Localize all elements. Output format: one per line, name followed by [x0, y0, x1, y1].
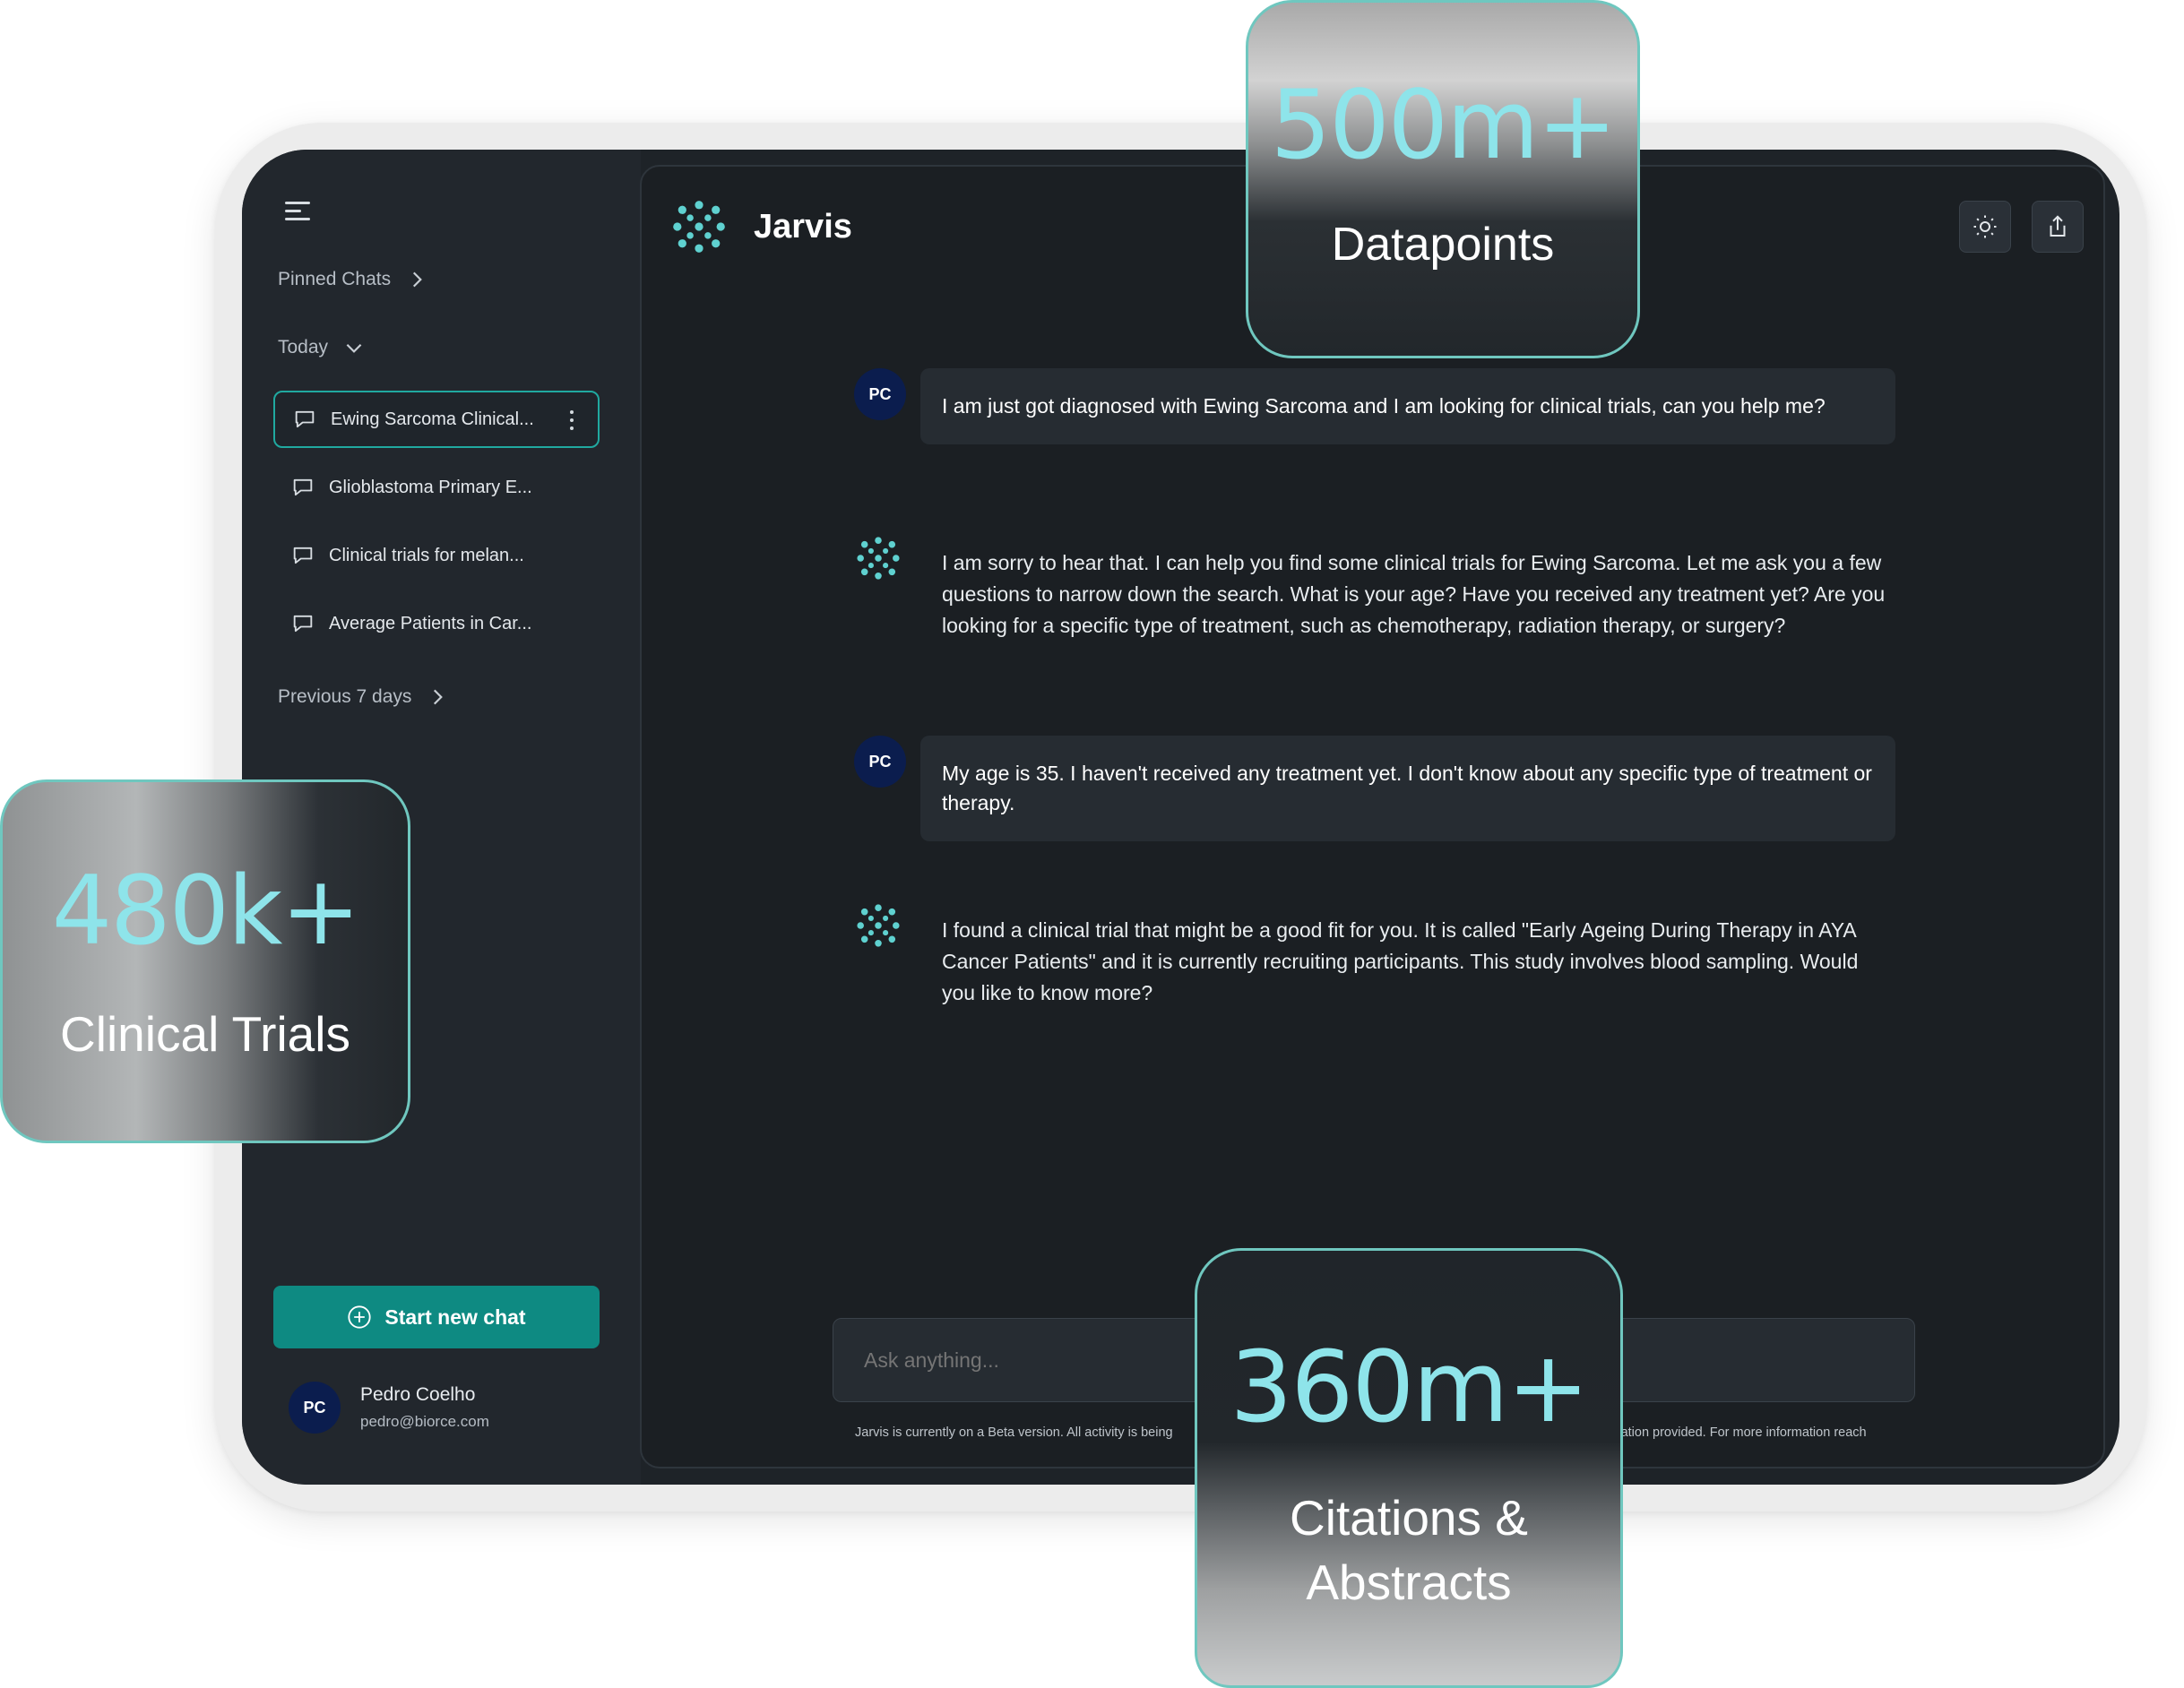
user-email: pedro@biorce.com — [360, 1413, 489, 1430]
chat-item-ewing-sarcoma[interactable]: Ewing Sarcoma Clinical... — [273, 391, 600, 448]
stat-label: Citations & Abstracts — [1290, 1489, 1528, 1610]
chat-title: Glioblastoma Primary E... — [329, 477, 532, 497]
chat-title: Clinical trials for melan... — [329, 545, 524, 565]
chat-bubble-icon — [293, 478, 313, 496]
chat-title: Average Patients in Car... — [329, 613, 532, 633]
chat-bubble-icon — [293, 615, 313, 633]
chat-bubble-icon — [293, 547, 313, 564]
chat-bubble-icon — [295, 410, 315, 428]
stat-card-clinical-trials: 480k+ Clinical Trials — [0, 779, 410, 1143]
assistant-message: I found a clinical trial that might be a… — [942, 918, 1859, 1004]
stat-card-citations: 360m+ Citations & Abstracts — [1195, 1248, 1623, 1688]
stat-value: 480k+ — [51, 855, 361, 966]
chevron-down-icon — [346, 343, 362, 353]
stat-value: 360m+ — [1230, 1329, 1589, 1444]
disclaimer-right: rmation provided. For more information r… — [1605, 1425, 1867, 1440]
brand: Jarvis — [669, 197, 852, 256]
user-profile[interactable]: PC Pedro Coelho pedro@biorce.com — [289, 1382, 489, 1434]
pinned-chats-toggle[interactable]: Pinned Chats — [278, 268, 428, 291]
share-icon — [2050, 215, 2066, 237]
user-message: I am just got diagnosed with Ewing Sarco… — [920, 368, 1895, 444]
chat-item-glioblastoma[interactable]: Glioblastoma Primary E... — [273, 459, 600, 516]
pinned-chats-label: Pinned Chats — [278, 269, 392, 289]
stat-label: Datapoints — [1331, 218, 1555, 271]
jarvis-logo-icon — [857, 904, 900, 947]
plus-circle-icon — [348, 1305, 371, 1329]
start-new-chat-button[interactable]: Start new chat — [273, 1286, 600, 1348]
jarvis-logo-icon — [857, 537, 900, 580]
stat-value: 500m+ — [1270, 69, 1617, 180]
theme-toggle-button[interactable] — [1959, 201, 2011, 253]
chat-item-average-patients[interactable]: Average Patients in Car... — [273, 595, 600, 652]
chat-item-melanoma[interactable]: Clinical trials for melan... — [273, 527, 600, 584]
previous-7-days-label: Previous 7 days — [278, 686, 412, 707]
share-button[interactable] — [2032, 201, 2084, 253]
stat-label: Clinical Trials — [60, 1005, 350, 1062]
sun-icon — [1973, 215, 1997, 238]
today-label: Today — [278, 337, 329, 357]
start-new-chat-label: Start new chat — [384, 1305, 526, 1329]
menu-icon[interactable] — [285, 196, 321, 228]
chat-title: Ewing Sarcoma Clinical... — [331, 409, 534, 429]
app-window: Pinned Chats Today Ewing Sarcoma Clinica… — [242, 150, 2119, 1485]
jarvis-logo-icon — [673, 201, 725, 253]
chevron-right-icon — [413, 271, 422, 288]
disclaimer-left: Jarvis is currently on a Beta version. A… — [855, 1425, 1173, 1440]
user-avatar: PC — [854, 368, 906, 420]
today-toggle[interactable]: Today — [278, 336, 366, 359]
assistant-message: I am sorry to hear that. I can help you … — [942, 551, 1886, 637]
user-message: My age is 35. I haven't received any tre… — [920, 736, 1895, 841]
avatar: PC — [289, 1382, 341, 1434]
stat-card-datapoints: 500m+ Datapoints — [1246, 0, 1640, 358]
chevron-right-icon — [434, 689, 444, 705]
user-name: Pedro Coelho — [360, 1384, 476, 1405]
more-options-icon[interactable] — [569, 410, 574, 432]
app-title: Jarvis — [754, 207, 852, 245]
user-avatar: PC — [854, 736, 906, 788]
previous-7-days-toggle[interactable]: Previous 7 days — [278, 685, 449, 709]
